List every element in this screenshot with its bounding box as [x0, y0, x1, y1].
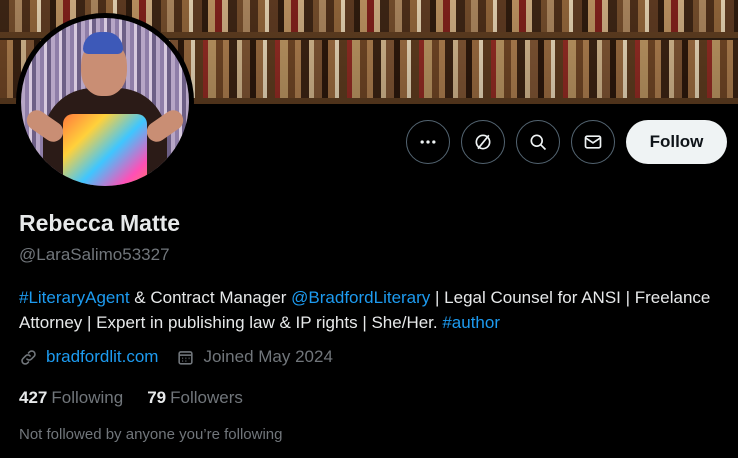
following-count: 427: [19, 388, 48, 407]
bio-text: & Contract Manager: [129, 288, 292, 307]
profile-handle: @LaraSalimo53327: [19, 245, 170, 264]
profile-meta: bradfordlit.com Joined May 2024: [19, 347, 351, 367]
calendar-icon: [178, 350, 194, 365]
more-horizontal-icon: [420, 140, 436, 144]
more-button[interactable]: [406, 120, 450, 164]
search-icon: [530, 134, 547, 151]
profile-stats: 427 Following 79 Followers: [19, 388, 267, 408]
followers-count: 79: [147, 388, 167, 407]
followers-label: Followers: [170, 388, 243, 407]
link-icon: [21, 349, 36, 365]
grok-icon: [475, 134, 491, 150]
hashtag-link[interactable]: #author: [442, 313, 500, 332]
mail-icon: [584, 135, 602, 149]
followers-link[interactable]: 79 Followers: [147, 388, 243, 408]
following-link[interactable]: 427 Following: [19, 388, 123, 408]
grok-button[interactable]: [461, 120, 505, 164]
mention-link[interactable]: @BradfordLiterary: [291, 288, 430, 307]
avatar[interactable]: [16, 13, 194, 191]
not-followed-notice: Not followed by anyone you’re following: [19, 426, 283, 443]
joined-item: Joined May 2024: [176, 347, 333, 367]
following-label: Following: [51, 388, 124, 407]
joined-date: Joined May 2024: [203, 347, 333, 366]
follow-button[interactable]: Follow: [626, 120, 727, 164]
message-button[interactable]: [571, 120, 615, 164]
profile-name: Rebecca Matte: [19, 210, 181, 236]
profile-actions: Follow: [406, 120, 727, 164]
hashtag-link[interactable]: #LiteraryAgent: [19, 288, 130, 307]
website-item: bradfordlit.com: [19, 347, 158, 367]
avatar-image: [21, 18, 189, 186]
profile-bio: #LiteraryAgent & Contract Manager @Bradf…: [19, 285, 729, 335]
search-button[interactable]: [516, 120, 560, 164]
website-link[interactable]: bradfordlit.com: [46, 347, 158, 367]
